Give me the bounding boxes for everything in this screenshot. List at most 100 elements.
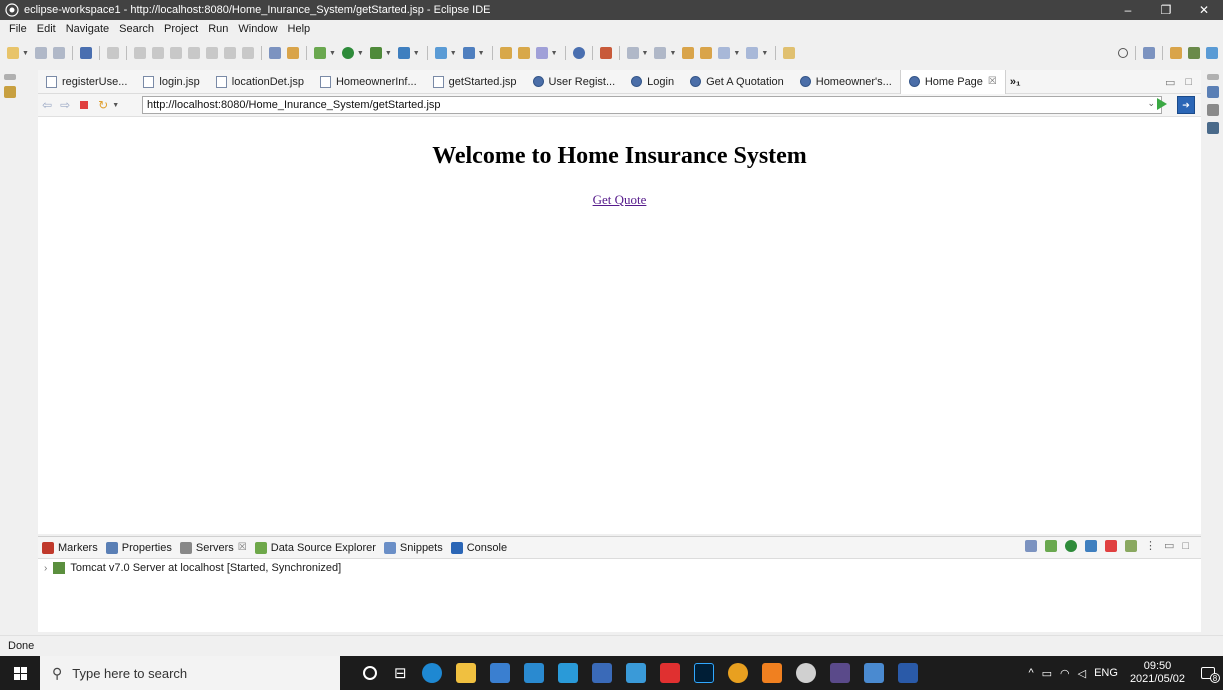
close-tab-icon[interactable]: ☒ — [238, 542, 247, 553]
dropdown-arrow-icon[interactable]: ▼ — [357, 50, 364, 57]
dropdown-arrow-icon[interactable]: ▼ — [761, 50, 768, 57]
tab-overflow-button[interactable]: »₁ — [1006, 76, 1021, 88]
minimize-icon[interactable]: ▭ — [1164, 539, 1174, 552]
next-annotation-icon[interactable] — [626, 47, 639, 59]
mail-icon[interactable] — [523, 663, 544, 683]
task-list-icon[interactable] — [1207, 104, 1219, 116]
new-icon[interactable] — [7, 47, 19, 59]
menu-window[interactable]: Window — [233, 23, 282, 35]
open-type-icon[interactable] — [499, 47, 512, 59]
start-server-icon[interactable] — [1064, 539, 1077, 552]
action-center-button[interactable]: 8 — [1193, 656, 1223, 690]
back-icon[interactable]: ⇦ — [42, 98, 52, 112]
open-perspective-icon[interactable] — [783, 47, 796, 59]
drop-to-frame-icon[interactable] — [286, 47, 299, 59]
stop-icon[interactable] — [80, 101, 89, 109]
run-icon[interactable] — [341, 47, 354, 59]
menu-help[interactable]: Help — [283, 23, 316, 35]
open-perspective-icon[interactable] — [1143, 47, 1155, 59]
dropdown-arrow-icon[interactable]: ▼ — [669, 50, 676, 57]
start-button[interactable] — [0, 656, 40, 690]
tab-user-regist[interactable]: User Regist... — [525, 70, 624, 94]
debug-perspective-icon[interactable] — [1188, 47, 1200, 59]
tab-login-jsp[interactable]: login.jsp — [135, 70, 207, 94]
dropdown-arrow-icon[interactable]: ▼ — [478, 50, 485, 57]
resume-icon[interactable] — [133, 47, 146, 59]
terminal-icon[interactable] — [79, 47, 92, 59]
open-task-icon[interactable] — [517, 47, 530, 59]
minimize-icon[interactable]: ▭ — [1165, 76, 1175, 89]
last-edit-icon[interactable] — [682, 47, 695, 59]
azure-data-studio-icon[interactable] — [557, 663, 578, 683]
tab-data-source-explorer[interactable]: Data Source Explorer — [254, 541, 376, 554]
tab-console[interactable]: Console — [450, 541, 507, 554]
dropdown-arrow-icon[interactable]: ▼ — [642, 50, 649, 57]
file-explorer-icon[interactable] — [455, 663, 476, 683]
step-return-icon[interactable] — [241, 47, 254, 59]
task-view-icon[interactable]: ⊟ — [394, 664, 407, 682]
tab-homeowners[interactable]: Homeowner's... — [792, 70, 900, 94]
menu-search[interactable]: Search — [114, 23, 159, 35]
maximize-icon[interactable]: □ — [1182, 540, 1189, 552]
step-over-icon[interactable] — [223, 47, 236, 59]
new-server-icon[interactable] — [434, 47, 447, 59]
dropdown-arrow-icon[interactable]: ▼ — [22, 50, 29, 57]
close-tab-icon[interactable]: ☒ — [988, 76, 997, 87]
save-all-icon[interactable] — [52, 47, 65, 59]
pin-editor-icon[interactable] — [700, 47, 713, 59]
tab-properties[interactable]: Properties — [105, 541, 172, 554]
tab-servers[interactable]: Servers ☒ — [179, 541, 247, 554]
taskbar-search[interactable]: ⚲ Type here to search — [40, 656, 340, 690]
java-perspective-icon[interactable] — [1206, 47, 1218, 59]
go-icon[interactable] — [1157, 98, 1167, 110]
tab-homeownerinf[interactable]: HomeownerInf... — [312, 70, 425, 94]
chevron-down-icon[interactable]: ⌄ — [1147, 98, 1155, 109]
dropdown-arrow-icon[interactable]: ▼ — [385, 50, 392, 57]
photoshop-icon[interactable] — [693, 663, 714, 683]
close-button[interactable]: ✕ — [1185, 0, 1223, 20]
tab-login[interactable]: Login — [623, 70, 682, 94]
search-icon[interactable] — [1118, 48, 1128, 58]
app-icon[interactable] — [897, 663, 918, 683]
vlc-icon[interactable] — [761, 663, 782, 683]
dropdown-arrow-icon[interactable]: ▼ — [733, 50, 740, 57]
maximize-button[interactable]: ❐ — [1147, 0, 1185, 20]
get-quote-link[interactable]: Get Quote — [593, 192, 647, 207]
settings-icon[interactable] — [795, 663, 816, 683]
app-icon[interactable] — [625, 663, 646, 683]
publish-icon[interactable] — [1124, 539, 1137, 552]
app-icon[interactable] — [591, 663, 612, 683]
refresh-icon[interactable]: ↻ — [98, 98, 108, 112]
store-icon[interactable] — [489, 663, 510, 683]
url-input[interactable]: http://localhost:8080/Home_Inurance_Syst… — [142, 96, 1162, 114]
outline-icon[interactable] — [1207, 86, 1219, 98]
chrome-icon[interactable] — [727, 663, 748, 683]
menu-file[interactable]: File — [4, 23, 32, 35]
cortana-icon[interactable] — [363, 666, 377, 680]
app-icon[interactable] — [863, 663, 884, 683]
prev-annotation-icon[interactable] — [654, 47, 667, 59]
package-explorer-icon[interactable] — [4, 86, 16, 98]
wifi-icon[interactable]: ◠ — [1060, 667, 1070, 680]
eclipse-icon[interactable] — [829, 663, 850, 683]
battery-icon[interactable]: ▭ — [1042, 667, 1052, 680]
view-menu-icon[interactable]: ⋮ — [1145, 539, 1156, 552]
server-tree-item[interactable]: › Tomcat v7.0 Server at localhost [Start… — [38, 559, 1201, 577]
tab-home-page[interactable]: Home Page ☒ — [899, 69, 1006, 94]
restore-icon[interactable] — [1207, 74, 1219, 80]
tab-snippets[interactable]: Snippets — [383, 541, 443, 554]
java-ee-perspective-icon[interactable] — [1170, 47, 1182, 59]
chevron-up-icon[interactable]: ^ — [1028, 667, 1033, 679]
dropdown-arrow-icon[interactable]: ▼ — [413, 50, 420, 57]
stop-server-icon[interactable] — [1104, 539, 1117, 552]
suspend-icon[interactable] — [151, 47, 164, 59]
minimize-button[interactable]: – — [1109, 0, 1147, 20]
disconnect-icon[interactable] — [187, 47, 200, 59]
coverage-icon[interactable] — [369, 47, 382, 59]
skip-breakpoints-icon[interactable] — [106, 47, 119, 59]
debug-icon[interactable] — [313, 47, 326, 59]
debug-server-icon[interactable] — [1044, 539, 1057, 552]
dropdown-arrow-icon[interactable]: ▼ — [551, 50, 558, 57]
tab-registeruse[interactable]: registerUse... — [38, 70, 135, 94]
acrobat-icon[interactable] — [659, 663, 680, 683]
